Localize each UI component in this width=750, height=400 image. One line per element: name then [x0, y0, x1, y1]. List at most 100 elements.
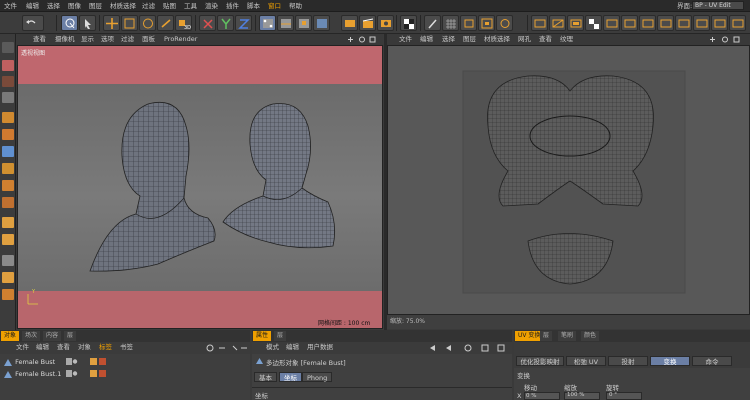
fill-button[interactable]	[2, 163, 14, 174]
uv-menu-select[interactable]: 选择	[442, 35, 455, 44]
uv-move-button[interactable]	[460, 15, 477, 31]
render-settings-button[interactable]	[377, 15, 394, 31]
undo-button[interactable]	[22, 15, 44, 31]
uv-rotate-button[interactable]	[496, 15, 513, 31]
tab-attributes[interactable]: 属性	[253, 331, 272, 341]
menu-tools[interactable]: 工具	[184, 1, 197, 11]
attr-menu-mode[interactable]: 模式	[266, 343, 279, 352]
vp-menu-view[interactable]: 查看	[33, 35, 46, 44]
menu-material-select[interactable]: 材质选择	[110, 1, 136, 11]
layer-9-button[interactable]	[693, 15, 710, 31]
uv-scale-button[interactable]	[478, 15, 495, 31]
subtab-coord[interactable]: 坐标	[279, 372, 302, 382]
tab-objects[interactable]: 对象	[1, 331, 20, 341]
tab-layers[interactable]: 层	[64, 331, 77, 341]
viewport-nav-icons[interactable]	[345, 35, 381, 44]
eraser-button[interactable]	[2, 129, 14, 140]
menu-window[interactable]: 窗口	[268, 1, 281, 11]
workplane-button[interactable]	[2, 92, 14, 103]
texture-mode-button[interactable]	[313, 15, 330, 31]
layer-8-button[interactable]	[675, 15, 692, 31]
obj-menu-edit[interactable]: 编辑	[36, 343, 49, 352]
rotate-button[interactable]	[139, 15, 156, 31]
layer-7-button[interactable]	[657, 15, 674, 31]
scale-button[interactable]	[121, 15, 138, 31]
optimal-mapping-button[interactable]: 优化投影映射	[516, 356, 564, 366]
tab-uv-color[interactable]: 颜色	[581, 331, 600, 341]
list-item[interactable]: Female Bust.1	[3, 369, 61, 380]
vp-menu-options[interactable]: 选项	[101, 35, 114, 44]
vp-menu-filter[interactable]: 过滤	[121, 35, 134, 44]
uv-nav-icons[interactable]	[707, 35, 747, 44]
uv-menu-material-select[interactable]: 材质选择	[484, 35, 510, 44]
render-view-button[interactable]	[341, 15, 358, 31]
texture-mode-button-left[interactable]	[2, 76, 14, 87]
paint-button[interactable]	[2, 289, 14, 300]
layer-11-button[interactable]	[729, 15, 746, 31]
obj-menu-bookmarks[interactable]: 书签	[120, 343, 133, 352]
obj-menu-tags[interactable]: 标签	[99, 343, 112, 352]
tab-takes[interactable]: 场次	[22, 331, 41, 341]
recent-tools-button[interactable]	[157, 15, 174, 31]
menu-layer[interactable]: 图层	[89, 1, 102, 11]
layer-4-button[interactable]	[603, 15, 620, 31]
smudge-button[interactable]	[2, 180, 14, 191]
uv-points-button[interactable]	[259, 15, 276, 31]
layer-3-button[interactable]	[567, 15, 584, 31]
menu-texture[interactable]: 贴图	[163, 1, 176, 11]
attr-nav-icons[interactable]	[428, 343, 510, 353]
layer-6-button[interactable]	[639, 15, 656, 31]
move-button[interactable]	[103, 15, 120, 31]
vp-menu-camera[interactable]: 摄像机	[55, 35, 75, 44]
obj-menu-view[interactable]: 查看	[57, 343, 70, 352]
rotate-field[interactable]: 0 °	[606, 392, 642, 400]
uv-menu-edit[interactable]: 编辑	[420, 35, 433, 44]
uv-edges-button[interactable]	[277, 15, 294, 31]
commands-button[interactable]: 命令	[692, 356, 732, 366]
menu-plugins[interactable]: 插件	[226, 1, 239, 11]
uv-menu-texture[interactable]: 纹理	[560, 35, 573, 44]
tab-content[interactable]: 内容	[43, 331, 62, 341]
vp-menu-panel[interactable]: 面板	[142, 35, 155, 44]
clone-button[interactable]	[2, 146, 14, 157]
list-item[interactable]: Female Bust	[3, 357, 55, 368]
menu-file[interactable]: 文件	[4, 1, 17, 11]
scale-x-field[interactable]: 100 %	[564, 392, 600, 400]
uv-polygons-button[interactable]	[295, 15, 312, 31]
bust-models[interactable]	[18, 46, 383, 329]
shape-tool-button[interactable]	[2, 234, 14, 245]
make-editable-button[interactable]	[2, 42, 14, 53]
magnet-button[interactable]	[2, 272, 14, 283]
vp-menu-prorender[interactable]: ProRender	[164, 35, 197, 44]
uv-menu-file[interactable]: 文件	[399, 35, 412, 44]
eyedropper-button[interactable]	[2, 255, 14, 266]
subtab-basic[interactable]: 基本	[254, 372, 277, 382]
transform-button[interactable]: 变换	[650, 356, 690, 366]
object-tag-icons[interactable]	[66, 358, 110, 380]
menu-select[interactable]: 选择	[47, 1, 60, 11]
axis-y-button[interactable]	[217, 15, 234, 31]
uv-menu-layer[interactable]: 图层	[463, 35, 476, 44]
menu-scripts[interactable]: 脚本	[247, 1, 260, 11]
layout-select[interactable]: BP - UV Edit	[692, 1, 744, 10]
model-mode-button[interactable]	[2, 60, 14, 71]
menu-edit[interactable]: 编辑	[26, 1, 39, 11]
projection-button[interactable]: 投射	[608, 356, 648, 366]
text-tool-button[interactable]	[2, 217, 14, 228]
menu-render[interactable]: 渲染	[205, 1, 218, 11]
brush-button[interactable]	[424, 15, 441, 31]
3d-paint-button[interactable]: 3D	[175, 15, 192, 31]
uv-editor-view[interactable]	[387, 45, 750, 315]
layer-5-button[interactable]	[621, 15, 638, 31]
subtab-phong[interactable]: Phong	[302, 372, 333, 382]
relax-uv-button[interactable]: 松弛 UV	[566, 356, 606, 366]
uv-grid-button[interactable]	[442, 15, 459, 31]
uv-mesh[interactable]	[388, 46, 750, 315]
vp-menu-display[interactable]: 显示	[81, 35, 94, 44]
obj-menu-file[interactable]: 文件	[16, 343, 29, 352]
attr-menu-userdata[interactable]: 用户数据	[307, 343, 333, 352]
layer-1-button[interactable]	[531, 15, 548, 31]
checker-2-button[interactable]	[585, 15, 602, 31]
menu-filter[interactable]: 过滤	[142, 1, 155, 11]
axis-z-button[interactable]	[235, 15, 252, 31]
